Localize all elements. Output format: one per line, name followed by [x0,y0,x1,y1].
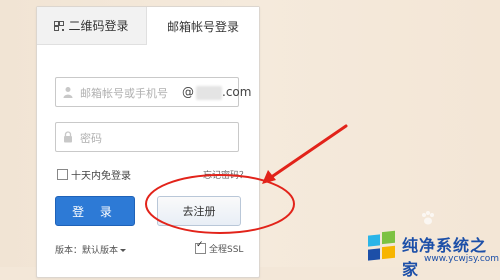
watermark-brand: 纯净系统之家 www.ycwjsy.com [364,228,500,279]
tab-qr-login[interactable]: 二维码登录 [37,7,147,45]
forgot-password-link[interactable]: 忘记密码？ [203,168,248,181]
remember-row[interactable]: 十天内免登录 [57,167,131,182]
watermark-url: www.ycwjsy.com [424,254,500,264]
remember-checkbox[interactable] [57,169,68,180]
login-tabs: 二维码登录 邮箱帐号登录 [37,7,259,45]
username-field[interactable]: 邮箱帐号或手机号 @ .com [55,77,251,107]
caret-down-icon [120,249,127,252]
password-placeholder: 密码 [80,132,102,145]
ssl-checkbox[interactable] [195,240,206,254]
username-placeholder: 邮箱帐号或手机号 [80,87,168,100]
password-field[interactable]: 密码 [55,122,239,152]
qr-code-icon [54,20,65,31]
ssl-row[interactable]: 全程SSL [195,240,244,255]
ssl-label: 全程SSL [209,245,244,255]
windows-logo-icon [368,230,395,261]
tab-email-login[interactable]: 邮箱帐号登录 [147,7,259,45]
login-button[interactable]: 登 录 [55,196,135,226]
domain-suffix: .com [222,85,252,99]
paw-icon [422,211,434,225]
tab-qr-label: 二维码登录 [68,19,129,33]
lock-icon [64,131,72,143]
remember-label: 十天内免登录 [71,171,131,182]
tab-email-label: 邮箱帐号登录 [166,19,239,34]
version-selector[interactable]: 版本：默认版本 [55,243,127,256]
domain-blur [196,86,222,100]
user-icon [63,87,73,98]
login-panel: 二维码登录 邮箱帐号登录 邮箱帐号或手机号 @ .com 密码 十天内免登录 忘… [36,6,260,278]
version-label: 版本：默认版本 [55,246,119,256]
domain-at: @ [182,85,194,99]
register-button[interactable]: 去注册 [157,196,241,226]
